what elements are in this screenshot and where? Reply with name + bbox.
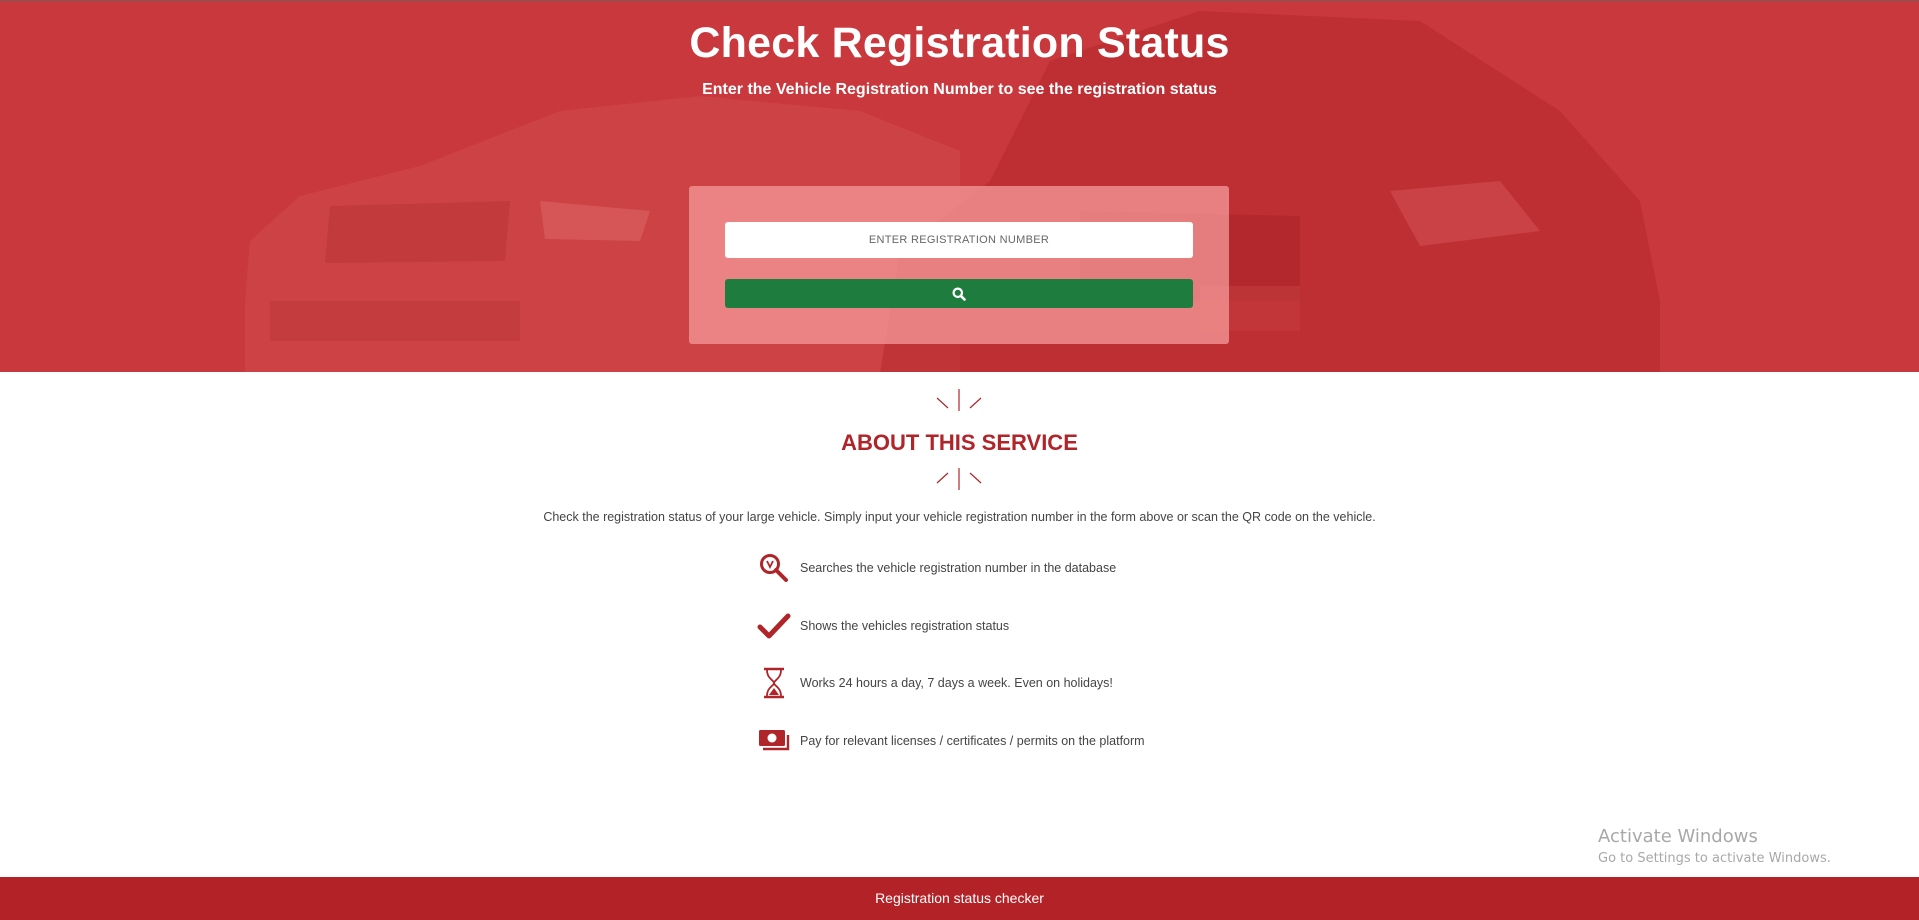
feature-text: Shows the vehicles registration status: [800, 619, 1010, 633]
feature-item: Searches the vehicle registration number…: [756, 551, 1256, 585]
activate-windows-watermark: Activate Windows Go to Settings to activ…: [1598, 826, 1831, 866]
about-heading: ABOUT THIS SERVICE: [841, 430, 1078, 455]
about-description: Check the registration status of your la…: [543, 510, 1376, 524]
money-icon: [756, 724, 792, 758]
hero-banner: Check Registration Status Enter the Vehi…: [0, 0, 1919, 372]
divider-top-icon: [936, 389, 982, 411]
search-button[interactable]: [725, 279, 1193, 308]
checkmark-icon: [756, 609, 792, 643]
search-database-icon: [756, 551, 792, 585]
hourglass-icon: [756, 666, 792, 700]
footer: Registration status checker: [0, 877, 1919, 920]
feature-item: Works 24 hours a day, 7 days a week. Eve…: [756, 666, 1256, 700]
feature-item: Pay for relevant licenses / certificates…: [756, 724, 1256, 758]
page-title: Check Registration Status: [689, 19, 1230, 67]
feature-text: Pay for relevant licenses / certificates…: [800, 734, 1145, 748]
watermark-title: Activate Windows: [1598, 826, 1758, 847]
feature-item: Shows the vehicles registration status: [756, 609, 1256, 643]
page-subtitle: Enter the Vehicle Registration Number to…: [702, 81, 1217, 98]
divider-bottom-icon: [936, 468, 982, 490]
registration-number-input[interactable]: [725, 222, 1193, 258]
feature-text: Searches the vehicle registration number…: [800, 561, 1117, 575]
footer-text: Registration status checker: [875, 890, 1044, 906]
watermark-subtitle: Go to Settings to activate Windows.: [1598, 851, 1831, 866]
search-icon: [952, 287, 966, 301]
search-panel: [689, 186, 1229, 344]
feature-text: Works 24 hours a day, 7 days a week. Eve…: [800, 676, 1113, 690]
